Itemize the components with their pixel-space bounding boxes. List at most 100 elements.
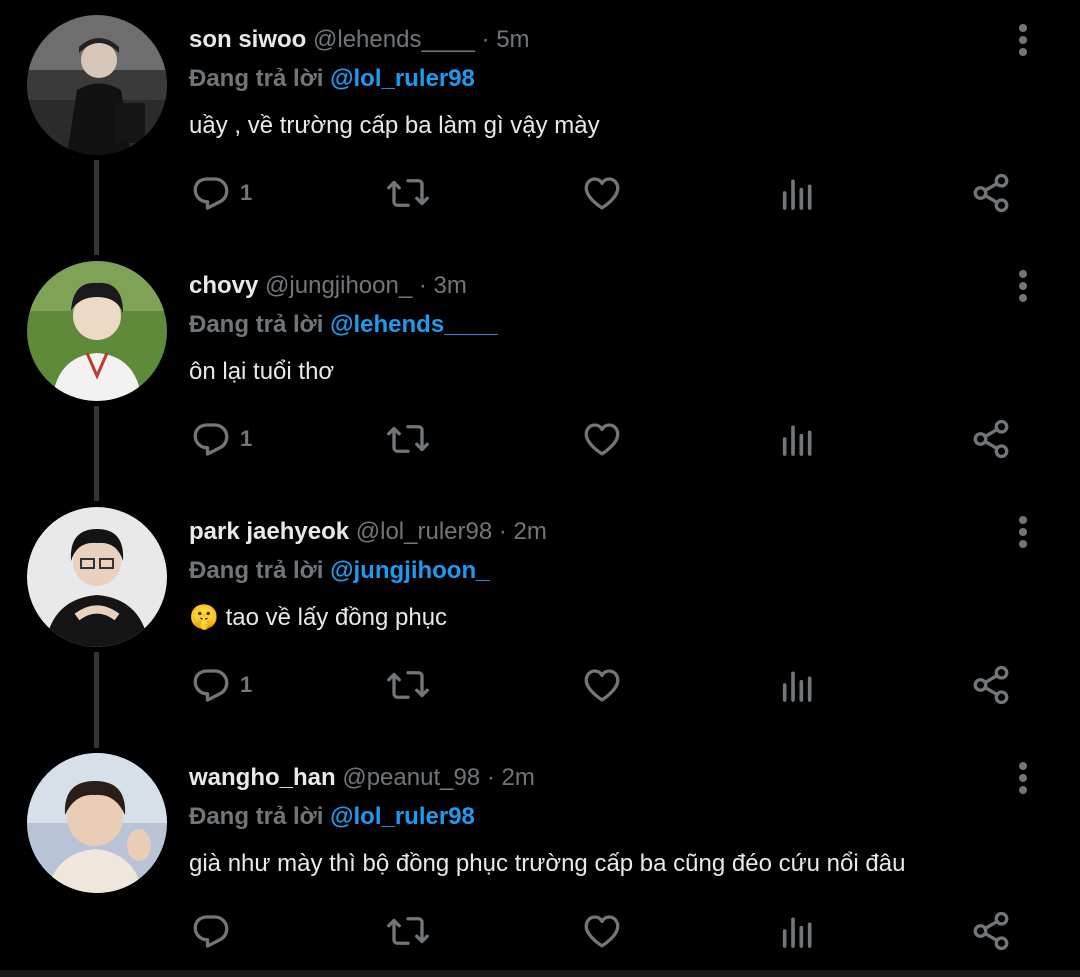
- analytics-icon: [782, 917, 812, 948]
- like-icon: [584, 669, 620, 702]
- like-button[interactable]: [581, 168, 623, 218]
- replying-to: Đang trả lời @lol_ruler98: [189, 64, 475, 94]
- reply-icon: [193, 669, 229, 702]
- retweet-button[interactable]: [385, 660, 431, 710]
- user-handle[interactable]: @lehends____: [313, 26, 475, 53]
- more-options-button[interactable]: [1006, 512, 1040, 552]
- more-options-button[interactable]: [1006, 20, 1040, 60]
- separator-dot: ·: [498, 518, 507, 545]
- display-name[interactable]: son siwoo: [189, 26, 306, 53]
- avatar[interactable]: [27, 15, 167, 155]
- more-options-button[interactable]: [1006, 266, 1040, 306]
- share-icon: [973, 665, 1009, 705]
- retweet-button[interactable]: [385, 414, 431, 464]
- share-icon: [973, 911, 1009, 951]
- separator-dot: ·: [418, 272, 427, 299]
- bottom-divider: [0, 970, 1080, 977]
- like-icon: [584, 177, 620, 210]
- replying-prefix: Đang trả lời: [189, 557, 324, 584]
- like-button[interactable]: [581, 414, 623, 464]
- retweet-icon: [387, 179, 429, 207]
- more-vertical-icon: [1019, 516, 1027, 548]
- share-icon: [973, 173, 1009, 213]
- user-handle[interactable]: @jungjihoon_: [265, 272, 412, 299]
- share-button[interactable]: [970, 168, 1012, 218]
- replying-prefix: Đang trả lời: [189, 311, 324, 338]
- analytics-button[interactable]: [778, 168, 818, 218]
- avatar-photo-icon: [27, 753, 167, 893]
- replying-prefix: Đang trả lời: [189, 65, 324, 92]
- display-name[interactable]: wangho_han: [189, 764, 336, 791]
- avatar-photo-icon: [27, 507, 167, 647]
- reply-icon: [193, 915, 229, 948]
- mention-link[interactable]: @jungjihoon_: [330, 557, 489, 584]
- timestamp[interactable]: 2m: [514, 518, 547, 545]
- mention-link[interactable]: @lehends____: [330, 311, 497, 338]
- tweet-header: son siwoo @lehends____ · 5m: [189, 25, 530, 55]
- analytics-icon: [782, 179, 812, 210]
- share-button[interactable]: [970, 660, 1012, 710]
- timestamp[interactable]: 5m: [496, 26, 529, 53]
- separator-dot: ·: [486, 764, 495, 791]
- like-button[interactable]: [581, 660, 623, 710]
- avatar[interactable]: [27, 753, 167, 893]
- analytics-icon: [782, 671, 812, 702]
- replying-prefix: Đang trả lời: [189, 803, 324, 830]
- share-icon: [973, 419, 1009, 459]
- retweet-icon: [387, 425, 429, 453]
- shushing-face-emoji: 🤫: [189, 604, 219, 631]
- replying-to: Đang trả lời @lol_ruler98: [189, 802, 475, 832]
- retweet-button[interactable]: [385, 906, 431, 956]
- replying-to: Đang trả lời @jungjihoon_: [189, 556, 489, 586]
- display-name[interactable]: chovy: [189, 272, 258, 299]
- reply-button[interactable]: [190, 906, 240, 956]
- mention-link[interactable]: @lol_ruler98: [330, 65, 475, 92]
- reply-icon: [193, 177, 229, 210]
- reply-icon: [193, 423, 229, 456]
- tweet[interactable]: park jaehyeok @lol_ruler98 · 2m Đang trả…: [0, 492, 1080, 737]
- share-button[interactable]: [970, 414, 1012, 464]
- reply-count: 1: [240, 672, 253, 697]
- more-vertical-icon: [1019, 270, 1027, 302]
- tweet-text: ôn lại tuổi thơ: [189, 358, 335, 385]
- avatar[interactable]: [27, 507, 167, 647]
- tweet-actions: 1: [0, 168, 1080, 218]
- more-vertical-icon: [1019, 24, 1027, 56]
- user-handle[interactable]: @lol_ruler98: [356, 518, 492, 545]
- tweet[interactable]: chovy @jungjihoon_ · 3m Đang trả lời @le…: [0, 246, 1080, 491]
- avatar-photo-icon: [27, 15, 167, 155]
- avatar[interactable]: [27, 261, 167, 401]
- tweet-text: 🤫 tao về lấy đồng phục: [189, 603, 447, 633]
- tweet[interactable]: son siwoo @lehends____ · 5m Đang trả lời…: [0, 0, 1080, 245]
- reply-button[interactable]: 1: [190, 660, 252, 710]
- reply-button[interactable]: 1: [190, 168, 252, 218]
- retweet-icon: [387, 671, 429, 699]
- analytics-button[interactable]: [778, 414, 818, 464]
- timestamp[interactable]: 2m: [502, 764, 535, 791]
- user-handle[interactable]: @peanut_98: [342, 764, 480, 791]
- tweet-text: già như mày thì bộ đồng phục trường cấp …: [189, 850, 906, 877]
- display-name[interactable]: park jaehyeok: [189, 518, 349, 545]
- tweet-actions: 1: [0, 414, 1080, 464]
- tweet-actions: [0, 906, 1080, 956]
- more-options-button[interactable]: [1006, 758, 1040, 798]
- tweet-header: wangho_han @peanut_98 · 2m: [189, 763, 535, 793]
- tweet-header: chovy @jungjihoon_ · 3m: [189, 271, 467, 301]
- like-button[interactable]: [581, 906, 623, 956]
- mention-link[interactable]: @lol_ruler98: [330, 803, 475, 830]
- analytics-button[interactable]: [778, 906, 818, 956]
- tweet-text-body: tao về lấy đồng phục: [225, 604, 448, 631]
- tweet-text: uầy , về trường cấp ba làm gì vậy mày: [189, 112, 600, 139]
- like-icon: [584, 423, 620, 456]
- like-icon: [584, 915, 620, 948]
- tweet[interactable]: wangho_han @peanut_98 · 2m Đang trả lời …: [0, 738, 1080, 970]
- reply-button[interactable]: 1: [190, 414, 252, 464]
- timestamp[interactable]: 3m: [434, 272, 467, 299]
- separator-dot: ·: [481, 26, 490, 53]
- share-button[interactable]: [970, 906, 1012, 956]
- reply-count: 1: [240, 426, 253, 451]
- analytics-icon: [782, 425, 812, 456]
- retweet-button[interactable]: [385, 168, 431, 218]
- analytics-button[interactable]: [778, 660, 818, 710]
- replying-to: Đang trả lời @lehends____: [189, 310, 498, 340]
